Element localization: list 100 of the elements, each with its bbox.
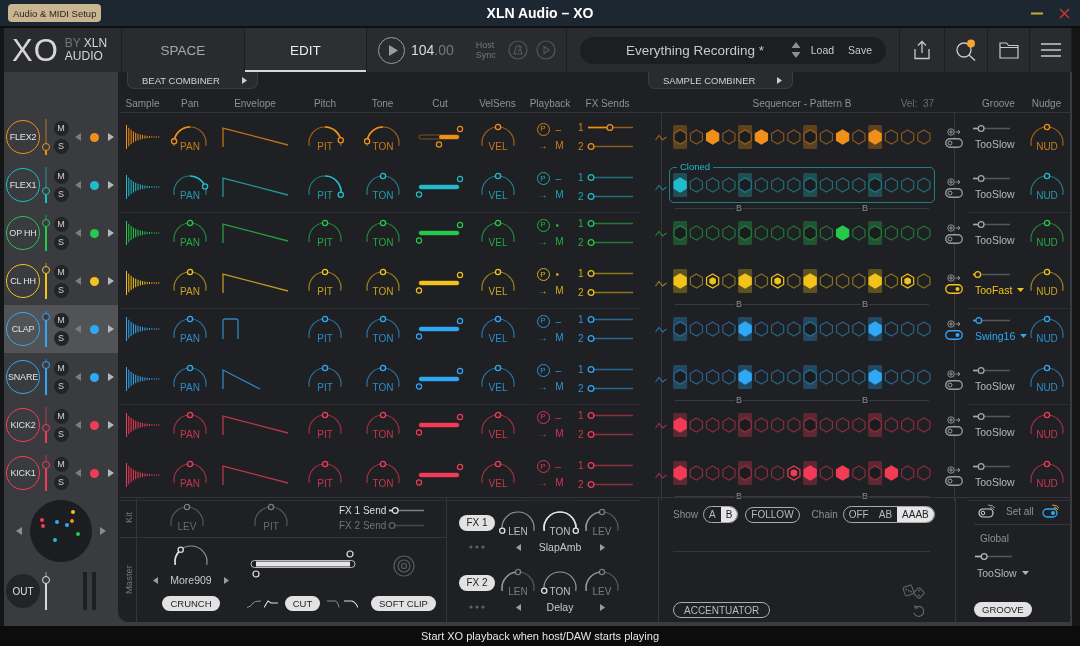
groove-toggle[interactable] <box>945 426 963 436</box>
output-fader-thumb[interactable] <box>41 576 50 585</box>
groove-slider-thumb[interactable] <box>977 174 985 182</box>
knob-handle[interactable] <box>186 364 194 372</box>
caret-right-icon[interactable] <box>108 277 114 285</box>
caret-right-icon[interactable] <box>108 181 114 189</box>
groove-name[interactable]: TooSlow <box>975 138 1015 150</box>
knob-handle[interactable] <box>201 183 209 190</box>
toggle-stack-icon[interactable] <box>1041 504 1062 518</box>
step-pad[interactable] <box>884 465 899 481</box>
caret-left-icon[interactable] <box>74 133 81 141</box>
step-pad[interactable] <box>868 269 883 293</box>
tone-knob[interactable]: TON <box>361 313 404 345</box>
send-slider-thumb[interactable] <box>587 334 595 343</box>
mute-button[interactable]: M <box>53 264 69 280</box>
send-slider-thumb[interactable] <box>587 219 595 228</box>
step-pad[interactable] <box>673 413 688 437</box>
envelope-graph[interactable] <box>220 220 290 246</box>
step-pad[interactable] <box>868 365 883 389</box>
solo-button[interactable]: S <box>53 186 69 202</box>
channel-strip[interactable]: CL HH M S <box>4 257 118 305</box>
wave-icon[interactable] <box>655 229 667 237</box>
caret-right-icon[interactable] <box>108 421 114 429</box>
route-target-text[interactable]: M <box>555 477 564 488</box>
step-pad[interactable] <box>738 269 753 293</box>
channel-fader-thumb[interactable] <box>41 423 50 432</box>
velocity-knob[interactable]: VEL <box>476 313 519 345</box>
knob-handle[interactable] <box>321 315 329 322</box>
fx-button[interactable]: FX 2 <box>459 574 495 591</box>
solo-button[interactable]: S <box>53 282 69 298</box>
fx-button[interactable]: FX 1 <box>459 514 495 531</box>
pan-knob[interactable]: PAN <box>169 171 211 202</box>
up-down-arrows-icon[interactable] <box>790 41 801 59</box>
knob-handle[interactable] <box>379 364 386 372</box>
caret-down-icon[interactable] <box>1017 287 1025 292</box>
nudge-knob[interactable]: NUD <box>1025 313 1068 345</box>
caret-down-icon[interactable] <box>1020 334 1028 338</box>
knob-handle[interactable] <box>379 268 386 276</box>
dice-icon[interactable] <box>902 584 926 600</box>
knob-handle[interactable] <box>379 460 386 468</box>
knob-handle[interactable] <box>494 219 501 226</box>
channel-fader-thumb[interactable] <box>41 143 50 152</box>
pitch-knob[interactable]: PIT <box>304 171 346 202</box>
step-pad[interactable] <box>705 129 720 145</box>
channel-fader-thumb[interactable] <box>41 361 50 370</box>
pan-knob[interactable]: PAN <box>169 121 211 153</box>
caret-left-icon[interactable] <box>515 543 521 551</box>
pitch-knob[interactable]: PIT <box>304 121 346 153</box>
channel-strip[interactable]: KICK1 M S <box>4 449 118 497</box>
knob-handle[interactable] <box>186 411 194 418</box>
nudge-knob[interactable]: NUD <box>1025 121 1068 153</box>
step-pad[interactable] <box>835 129 850 145</box>
channel-strip[interactable]: FLEX1 M S <box>4 161 118 209</box>
send-slider-thumb[interactable] <box>587 480 595 488</box>
velocity-knob[interactable]: VEL <box>476 121 519 153</box>
plus-arrow-icon[interactable] <box>947 178 961 186</box>
knob-handle[interactable] <box>494 123 501 130</box>
step-pad[interactable] <box>900 273 915 289</box>
knob-handle[interactable] <box>379 219 386 226</box>
knob-handle[interactable] <box>494 460 501 468</box>
envelope-graph[interactable] <box>220 412 290 438</box>
menu-icon[interactable] <box>1040 43 1061 57</box>
knob-handle[interactable] <box>494 364 501 372</box>
beat-combiner-button[interactable]: BEAT COMBINER <box>127 72 258 89</box>
mute-button[interactable]: M <box>53 408 69 424</box>
send-slider-thumb[interactable] <box>587 192 595 200</box>
route-target-text[interactable]: M <box>555 427 564 439</box>
step-pad[interactable] <box>803 461 818 485</box>
knob-handle[interactable] <box>186 460 194 468</box>
tone-knob[interactable]: TON <box>361 217 404 249</box>
tone-knob[interactable]: TON <box>361 121 404 153</box>
groove-slider-thumb[interactable] <box>977 366 985 374</box>
knob-handle[interactable] <box>321 268 329 276</box>
caret-right-icon[interactable] <box>223 576 229 584</box>
mute-button[interactable]: M <box>53 168 69 184</box>
knob-handle[interactable] <box>170 137 178 145</box>
send-slider-thumb[interactable] <box>587 430 595 439</box>
knob-handle[interactable] <box>1043 268 1050 276</box>
step-pad[interactable] <box>673 173 688 197</box>
caret-right-icon[interactable] <box>108 229 114 237</box>
solo-button[interactable]: S <box>53 474 69 490</box>
share-icon[interactable] <box>913 40 931 60</box>
knob-handle[interactable] <box>186 315 194 322</box>
route-target-text[interactable]: M <box>555 139 564 151</box>
cut-slider[interactable] <box>415 125 465 149</box>
undo-icon[interactable] <box>912 604 926 618</box>
plus-arrow-icon[interactable] <box>947 274 961 282</box>
cut-slider[interactable] <box>415 462 465 487</box>
search-icon[interactable] <box>955 39 977 61</box>
pan-knob[interactable]: PAN <box>169 217 211 249</box>
knob-handle[interactable] <box>1043 123 1050 130</box>
route-target-text[interactable]: M <box>555 285 564 296</box>
groove-toggle[interactable] <box>945 284 963 294</box>
solo-button[interactable]: S <box>53 378 69 394</box>
knob-handle[interactable] <box>379 315 386 322</box>
caret-left-icon[interactable] <box>74 421 81 429</box>
pitch-knob[interactable]: PIT <box>304 313 346 345</box>
knob-handle[interactable] <box>1043 172 1050 180</box>
target-icon[interactable] <box>392 555 415 577</box>
knob-handle[interactable] <box>183 503 191 511</box>
